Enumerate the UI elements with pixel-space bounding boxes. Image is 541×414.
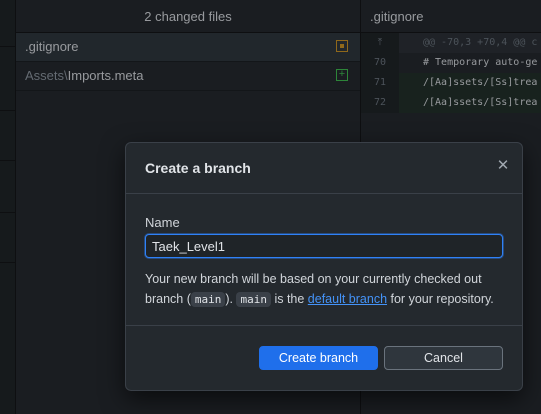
- dialog-divider: [126, 193, 522, 194]
- branch-name-input[interactable]: [145, 234, 503, 258]
- branch-chip: main: [236, 292, 271, 307]
- help-is: is the: [270, 292, 308, 306]
- branch-chip: main: [190, 292, 226, 307]
- cancel-button[interactable]: Cancel: [384, 346, 503, 370]
- dialog-divider: [126, 325, 522, 326]
- create-branch-dialog: Create a branch ✕ Name Your new branch w…: [125, 142, 523, 391]
- help-suffix: for your repository.: [387, 292, 494, 306]
- name-label: Name: [145, 215, 180, 230]
- dialog-title: Create a branch: [145, 160, 251, 176]
- help-mid: ).: [225, 292, 237, 306]
- branch-help-text: Your new branch will be based on your cu…: [145, 269, 505, 310]
- close-icon[interactable]: ✕: [494, 157, 512, 175]
- create-branch-button[interactable]: Create branch: [259, 346, 378, 370]
- default-branch-link[interactable]: default branch: [308, 292, 387, 306]
